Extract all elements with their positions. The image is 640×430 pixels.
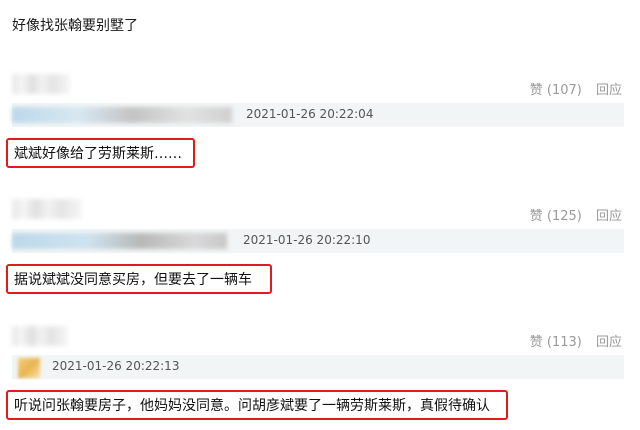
reply-button[interactable]: 回应 xyxy=(596,335,622,350)
post-text: 好像找张翰要别墅了 xyxy=(12,18,138,34)
blurred-user-info xyxy=(12,233,227,249)
like-button[interactable]: 赞 (107) xyxy=(530,83,582,98)
reply-button[interactable]: 回应 xyxy=(596,209,622,224)
blurred-user-info xyxy=(12,107,232,123)
comment-meta-bar: 2021-01-26 20:22:13 xyxy=(12,355,624,379)
highlighted-comment-text: 斌斌好像给了劳斯莱斯…… xyxy=(6,138,195,168)
comment-meta-bar: 2021-01-26 20:22:10 xyxy=(12,229,624,253)
highlighted-comment-text: 据说斌斌没同意买房，但要去了一辆车 xyxy=(6,264,272,294)
reply-button[interactable]: 回应 xyxy=(596,83,622,98)
blurred-username xyxy=(12,199,82,219)
comment-actions: 赞 (113) 回应 xyxy=(530,331,622,350)
comment-meta-bar: 2021-01-26 20:22:04 xyxy=(12,103,624,127)
blurred-avatar xyxy=(18,358,40,378)
like-button[interactable]: 赞 (125) xyxy=(530,209,582,224)
comment-timestamp: 2021-01-26 20:22:04 xyxy=(246,107,374,121)
comment-timestamp: 2021-01-26 20:22:13 xyxy=(52,359,180,373)
comment-actions: 赞 (107) 回应 xyxy=(530,79,622,98)
blurred-username xyxy=(12,74,70,94)
blurred-username xyxy=(12,326,68,346)
comment-timestamp: 2021-01-26 20:22:10 xyxy=(243,233,371,247)
comment-actions: 赞 (125) 回应 xyxy=(530,205,622,224)
like-button[interactable]: 赞 (113) xyxy=(530,335,582,350)
highlighted-comment-text: 听说问张翰要房子，他妈妈没同意。问胡彦斌要了一辆劳斯莱斯，真假待确认 xyxy=(6,390,508,420)
